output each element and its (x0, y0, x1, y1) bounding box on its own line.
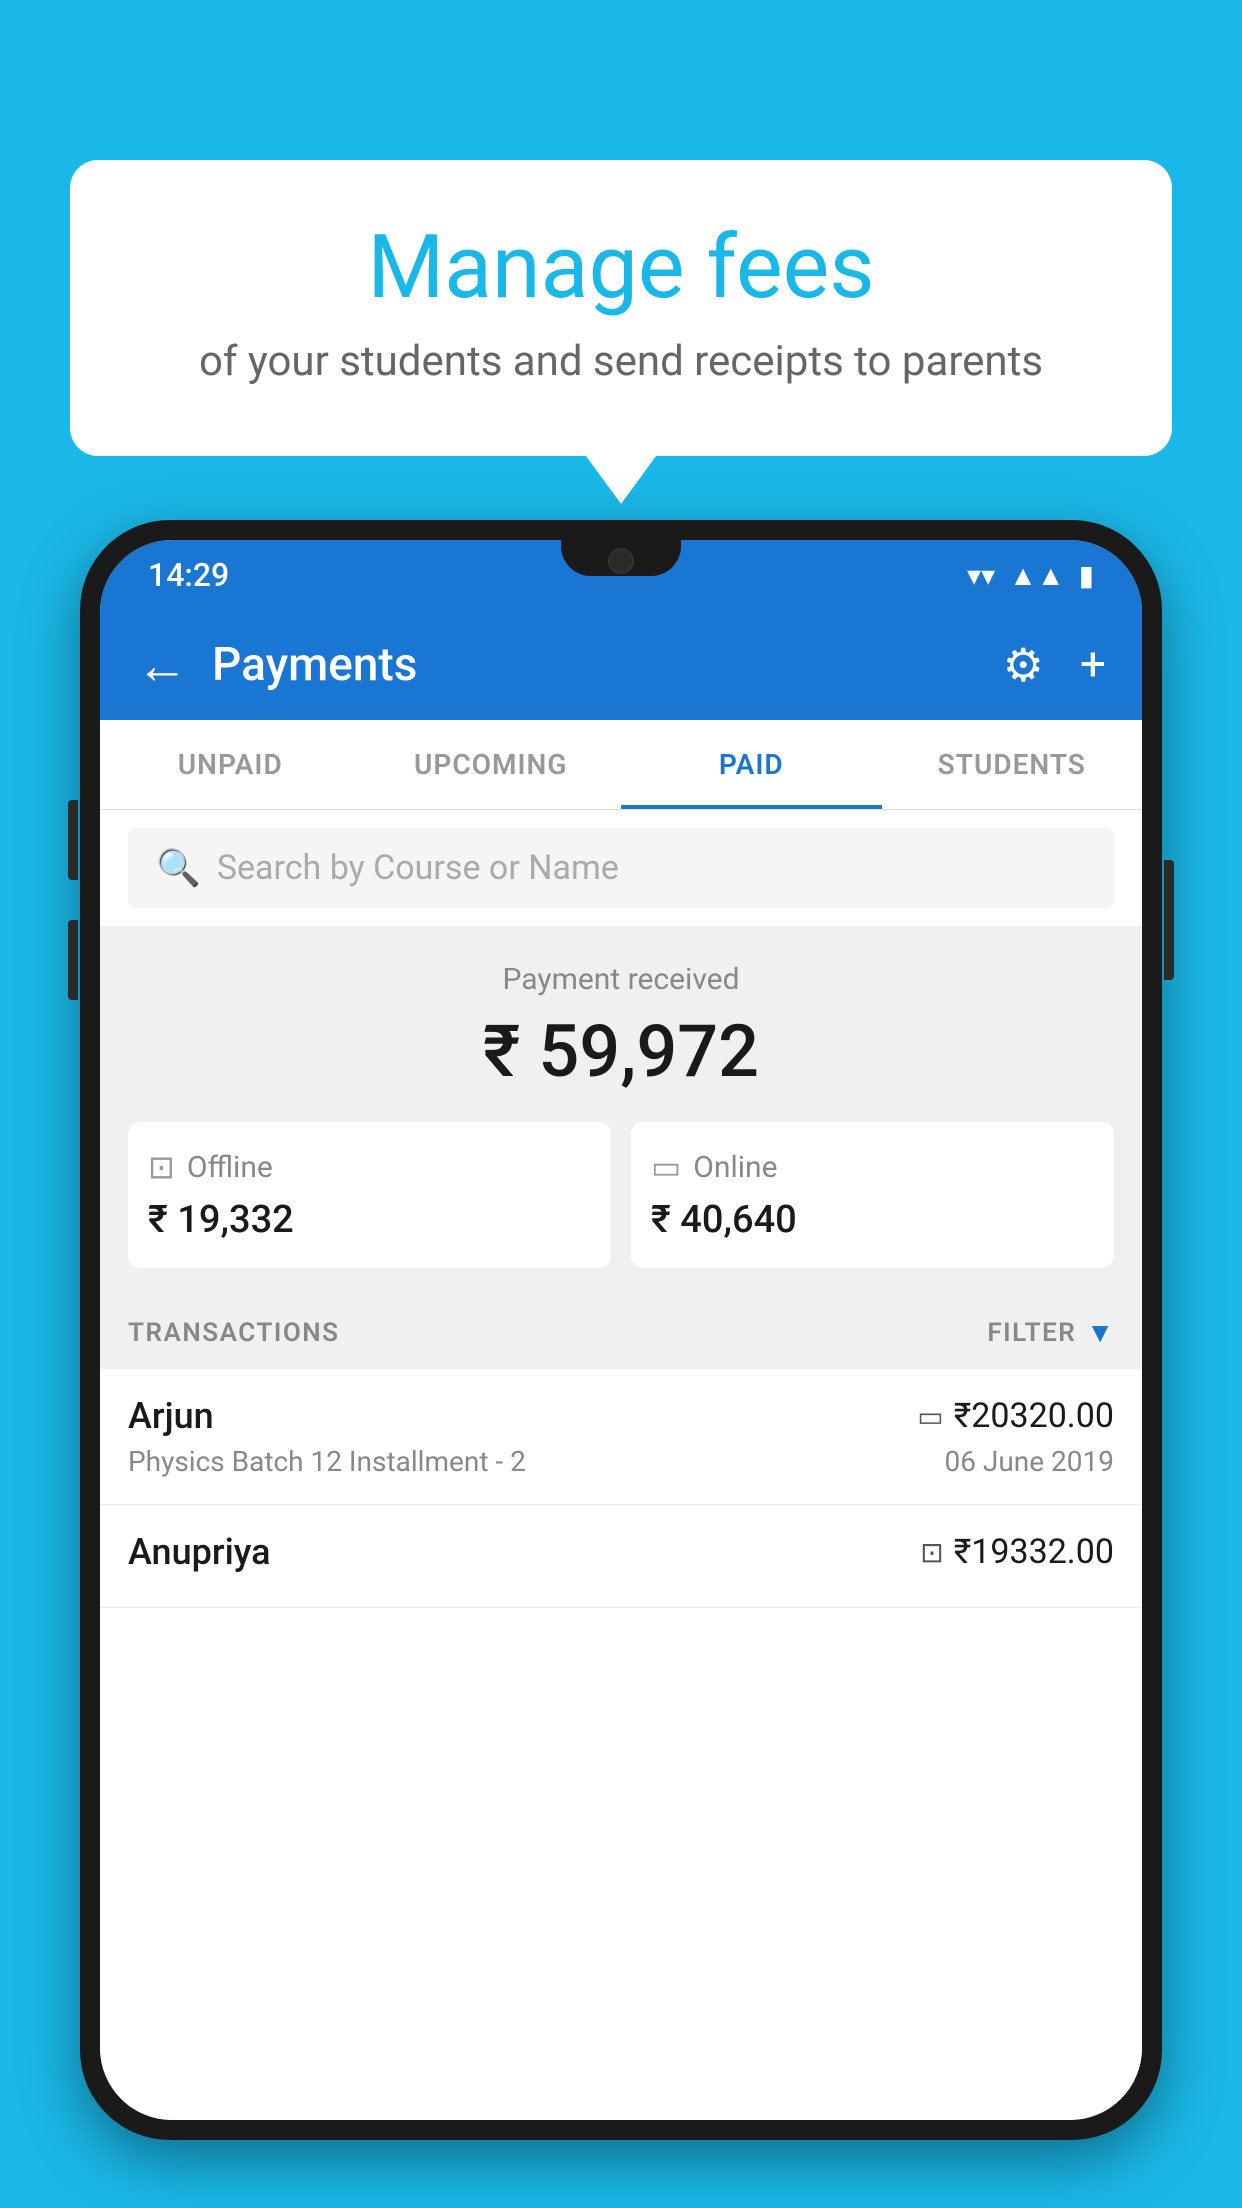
transactions-label: TRANSACTIONS (128, 1318, 340, 1348)
search-container: 🔍 Search by Course or Name (100, 810, 1142, 926)
tab-paid[interactable]: PAID (621, 720, 882, 809)
tab-students[interactable]: STUDENTS (882, 720, 1143, 809)
offline-amount: ₹ 19,332 (148, 1198, 294, 1242)
filter-icon: ▼ (1086, 1316, 1114, 1349)
card-payment-icon: ▭ (917, 1400, 943, 1433)
tabs: UNPAID UPCOMING PAID STUDENTS (100, 720, 1142, 810)
signal-icon: ▲▲ (1009, 559, 1064, 592)
transaction-row-bottom: Physics Batch 12 Installment - 2 06 June… (128, 1445, 1114, 1478)
phone-frame: 14:29 ▾▾ ▲▲ ▮ ← Payments ⚙ + UNPAID (80, 520, 1162, 2140)
transactions-list: Arjun ▭ ₹20320.00 Physics Batch 12 Insta… (100, 1369, 1142, 2120)
phone-wrapper: 14:29 ▾▾ ▲▲ ▮ ← Payments ⚙ + UNPAID (80, 520, 1162, 2208)
volume-down-button (68, 920, 78, 1000)
bubble-title: Manage fees (150, 220, 1092, 317)
phone-camera (608, 548, 634, 574)
transaction-amount: ₹19332.00 (954, 1532, 1114, 1572)
transaction-row[interactable]: Arjun ▭ ₹20320.00 Physics Batch 12 Insta… (100, 1369, 1142, 1505)
settings-button[interactable]: ⚙ (1003, 638, 1044, 693)
online-card-header: ▭ Online (651, 1148, 778, 1186)
online-amount: ₹ 40,640 (651, 1198, 797, 1242)
transaction-name: Anupriya (128, 1531, 271, 1573)
search-icon: 🔍 (156, 847, 201, 889)
promo-section: Manage fees of your students and send re… (70, 160, 1172, 456)
battery-icon: ▮ (1079, 559, 1094, 592)
phone-notch (561, 540, 681, 576)
speech-bubble: Manage fees of your students and send re… (70, 160, 1172, 456)
app-bar-title: Payments (212, 638, 1003, 692)
payment-received-label: Payment received (128, 962, 1114, 997)
offline-label: Offline (187, 1150, 273, 1185)
wifi-icon: ▾▾ (967, 559, 995, 592)
status-time: 14:29 (148, 556, 229, 594)
transaction-name: Arjun (128, 1395, 214, 1437)
app-bar: ← Payments ⚙ + (100, 610, 1142, 720)
app-bar-actions: ⚙ + (1003, 638, 1106, 693)
search-bar[interactable]: 🔍 Search by Course or Name (128, 828, 1114, 908)
phone-screen: 14:29 ▾▾ ▲▲ ▮ ← Payments ⚙ + UNPAID (100, 540, 1142, 2120)
transaction-row-top: Anupriya ⊡ ₹19332.00 (128, 1531, 1114, 1573)
search-input[interactable]: Search by Course or Name (217, 848, 619, 888)
online-icon: ▭ (651, 1148, 681, 1186)
transactions-header: TRANSACTIONS FILTER ▼ (100, 1296, 1142, 1369)
payment-cards: ⊡ Offline ₹ 19,332 ▭ Online ₹ 40,640 (128, 1122, 1114, 1268)
payment-summary: Payment received ₹ 59,972 ⊡ Offline ₹ 19… (100, 926, 1142, 1296)
offline-icon: ⊡ (148, 1148, 175, 1186)
transaction-row[interactable]: Anupriya ⊡ ₹19332.00 (100, 1505, 1142, 1608)
cash-payment-icon: ⊡ (920, 1536, 943, 1569)
transaction-amount-wrapper: ▭ ₹20320.00 (917, 1396, 1114, 1436)
tab-upcoming[interactable]: UPCOMING (361, 720, 622, 809)
offline-card: ⊡ Offline ₹ 19,332 (128, 1122, 611, 1268)
tab-unpaid[interactable]: UNPAID (100, 720, 361, 809)
transaction-date: 06 June 2019 (944, 1445, 1114, 1478)
filter-button[interactable]: FILTER ▼ (987, 1316, 1114, 1349)
add-button[interactable]: + (1080, 638, 1106, 692)
online-label: Online (693, 1150, 777, 1185)
back-button[interactable]: ← (136, 635, 188, 696)
power-button (1164, 860, 1174, 980)
bubble-subtitle: of your students and send receipts to pa… (150, 337, 1092, 386)
offline-card-header: ⊡ Offline (148, 1148, 273, 1186)
payment-total-amount: ₹ 59,972 (128, 1009, 1114, 1094)
status-icons: ▾▾ ▲▲ ▮ (967, 559, 1094, 592)
transaction-desc: Physics Batch 12 Installment - 2 (128, 1445, 526, 1478)
online-card: ▭ Online ₹ 40,640 (631, 1122, 1114, 1268)
transaction-amount-wrapper: ⊡ ₹19332.00 (920, 1532, 1114, 1572)
volume-up-button (68, 800, 78, 880)
filter-label: FILTER (987, 1318, 1076, 1348)
transaction-amount: ₹20320.00 (954, 1396, 1114, 1436)
transaction-row-top: Arjun ▭ ₹20320.00 (128, 1395, 1114, 1437)
